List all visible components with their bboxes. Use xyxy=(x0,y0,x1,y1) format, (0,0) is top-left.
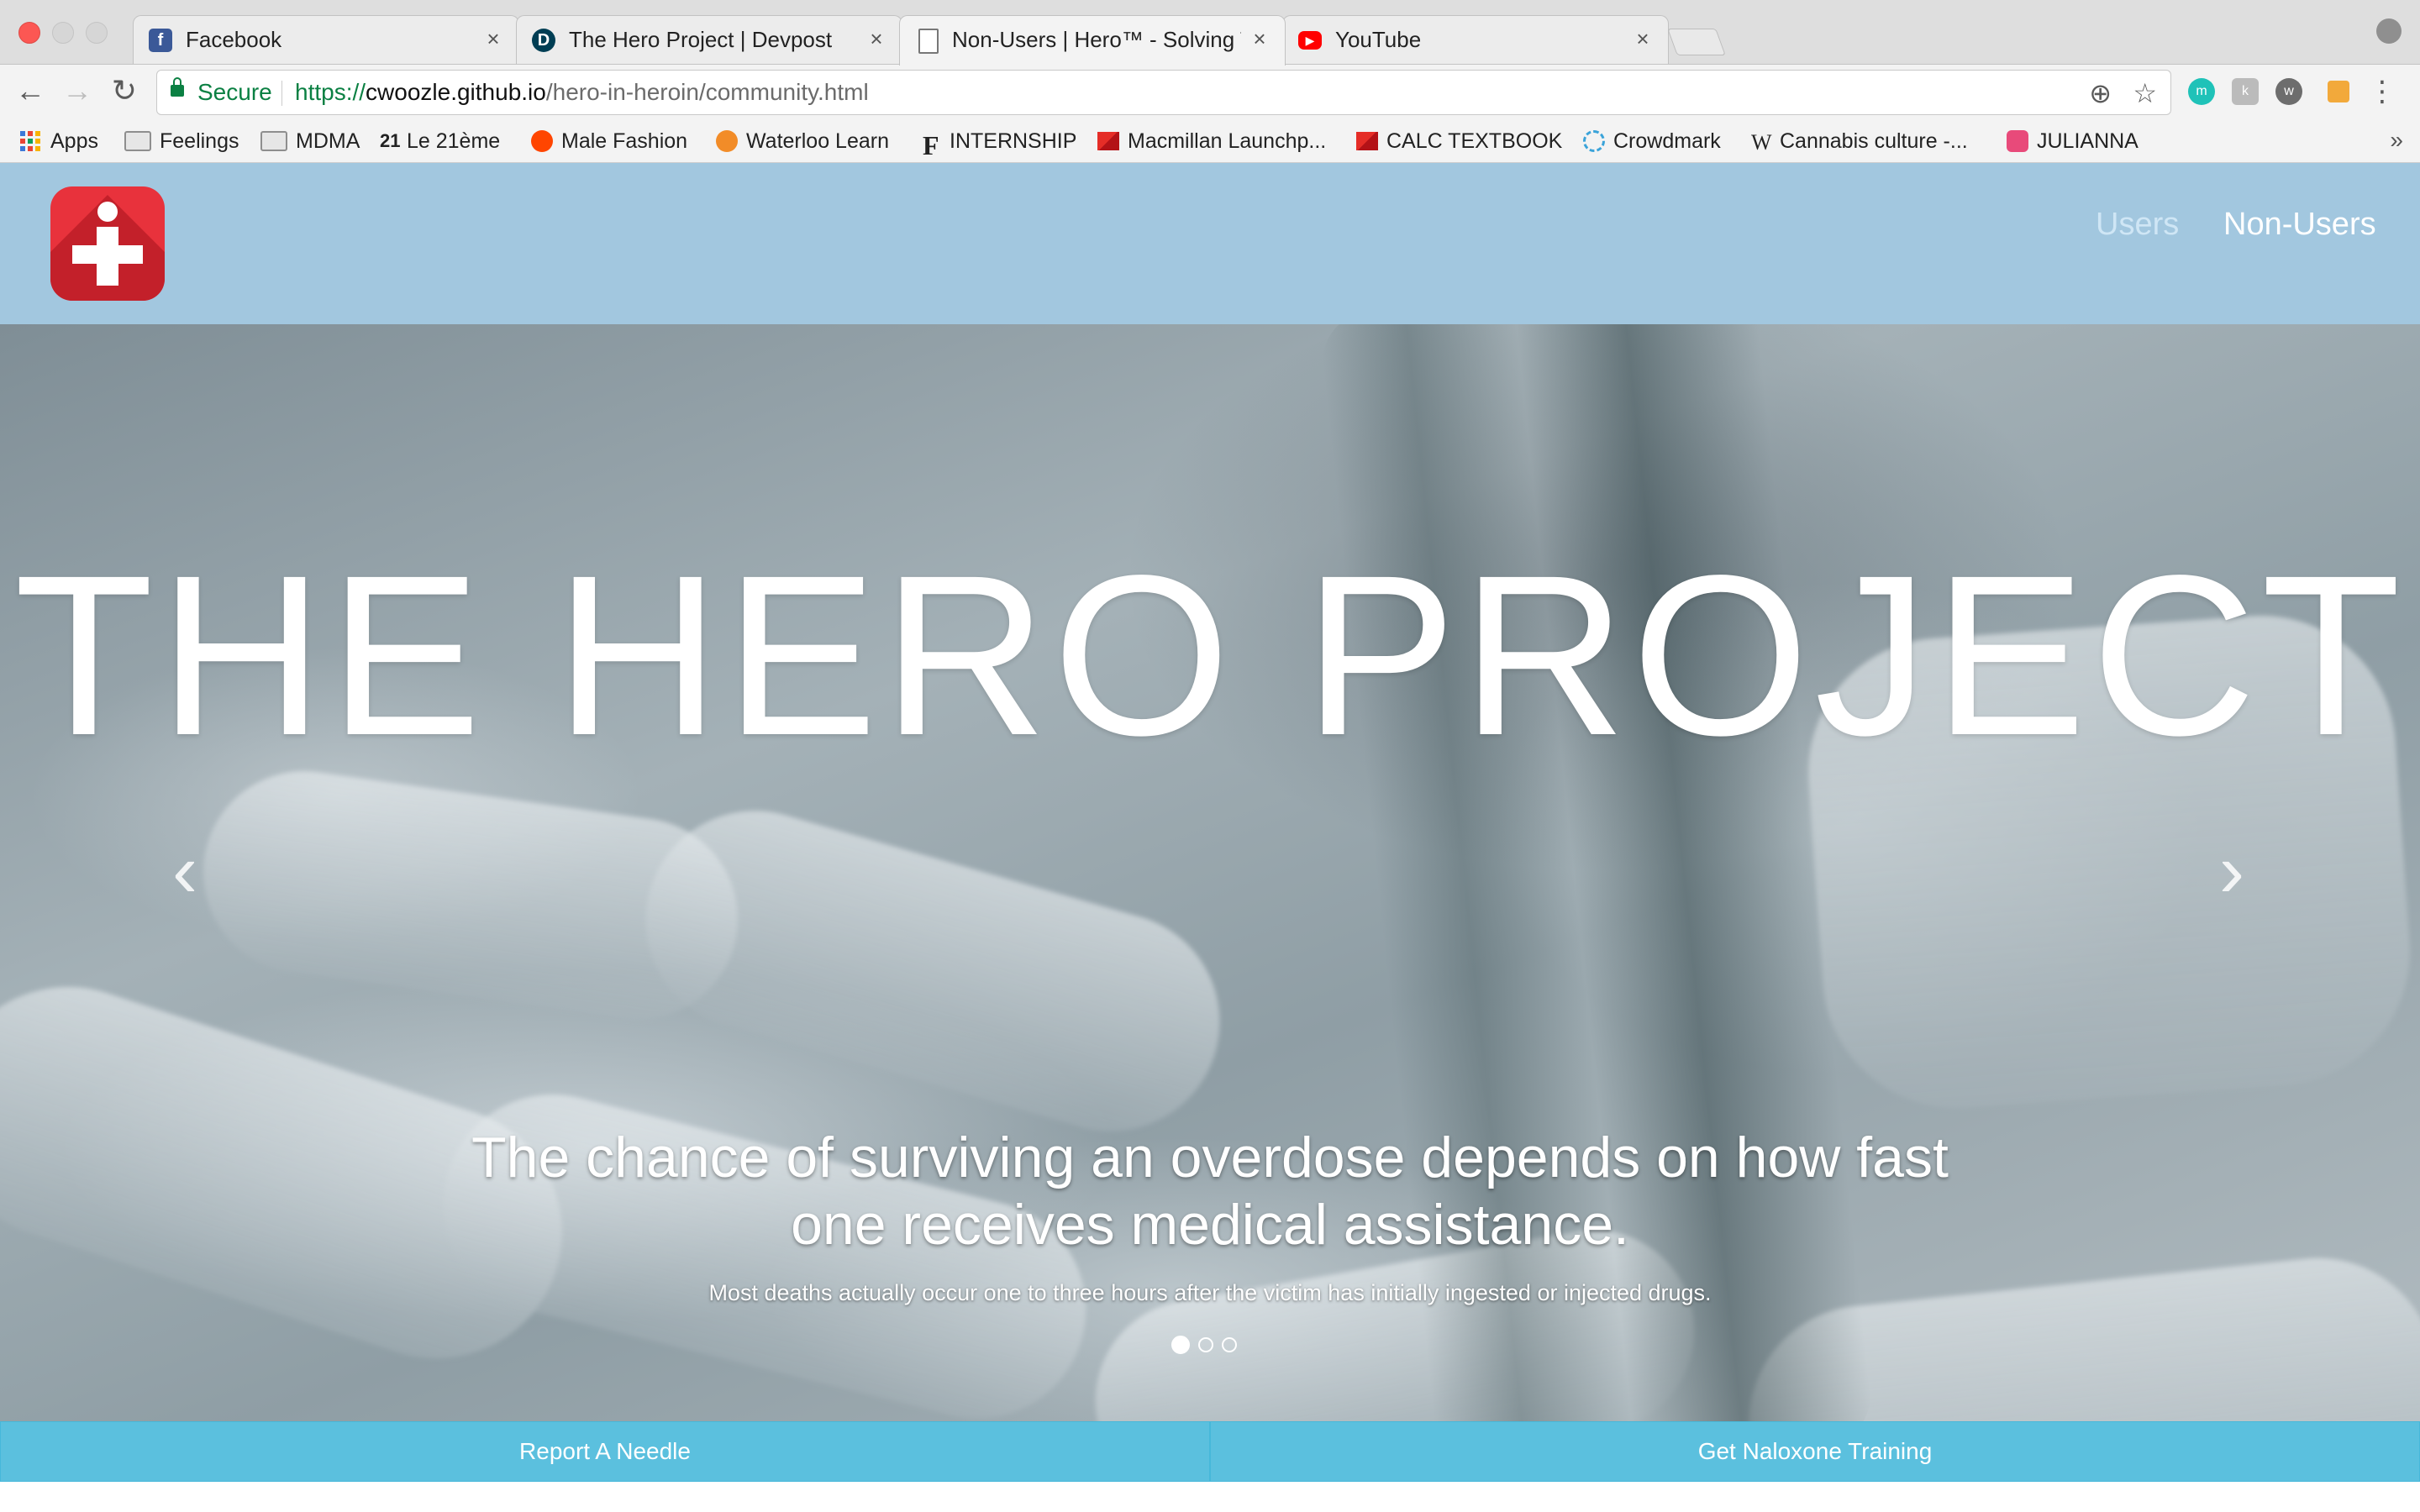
bookmark-male-fashion[interactable]: Male Fashion xyxy=(531,125,687,157)
folder-icon xyxy=(124,131,151,151)
nav-link-non-users[interactable]: Non-Users xyxy=(2223,207,2376,243)
report-needle-button[interactable]: Report A Needle xyxy=(0,1421,1210,1482)
youtube-icon: ▶ xyxy=(1298,31,1322,50)
bookmark-label: Crowdmark xyxy=(1613,129,1721,153)
bookmark-feelings[interactable]: Feelings xyxy=(124,125,239,157)
url-text: https://cwoozle.github.io/hero-in-heroin… xyxy=(295,79,869,105)
profile-avatar-icon[interactable] xyxy=(2376,18,2402,44)
tab-non-users[interactable]: Non-Users | Hero™ - Solving T × xyxy=(899,15,1286,66)
carousel-indicator-2[interactable] xyxy=(1198,1337,1213,1352)
logo-dot xyxy=(97,202,118,222)
browser-menu-icon[interactable]: ⋮ xyxy=(2368,75,2396,108)
browser-toolbar: ← → ↻ Secure https://cwoozle.github.io/h… xyxy=(0,65,2420,120)
bookmarks-bar: Apps Feelings MDMA 21 Le 21ème Male Fash… xyxy=(0,120,2420,163)
back-arrow-icon[interactable]: ← xyxy=(12,73,49,108)
hero-title: THE HERO PROJECT xyxy=(13,528,2407,783)
browser-tab-strip: f Facebook × D The Hero Project | Devpos… xyxy=(0,0,2420,66)
web-page: Users Non-Users THE HERO PROJECT ‹ › The… xyxy=(0,163,2420,1512)
bookmark-le-21eme[interactable]: 21 Le 21ème xyxy=(380,125,500,157)
le21-icon: 21 xyxy=(380,130,401,151)
nav-link-users[interactable]: Users xyxy=(2096,207,2179,243)
logo-cross-horizontal xyxy=(72,245,143,264)
apps-grid-icon xyxy=(20,130,42,152)
bookmark-cannabis-culture[interactable]: W Cannabis culture -... xyxy=(1751,125,1968,157)
carousel-caption-heading: The chance of surviving an overdose depe… xyxy=(471,1126,1949,1257)
f-logo-icon: F xyxy=(923,130,939,160)
new-tab-button[interactable] xyxy=(1667,29,1726,55)
wikipedia-icon: W xyxy=(1751,130,1772,155)
carousel-prev-icon[interactable]: ‹ xyxy=(160,828,210,915)
cta-bar: Report A Needle Get Naloxone Training xyxy=(0,1421,2420,1482)
carousel-next-icon[interactable]: › xyxy=(2207,828,2257,915)
tab-close-icon[interactable]: × xyxy=(1248,26,1271,52)
tab-title: Facebook xyxy=(186,27,282,52)
bookmark-label: INTERNSHIP xyxy=(950,129,1077,153)
window-minimize-button[interactable] xyxy=(52,22,74,44)
bookmark-macmillan[interactable]: Macmillan Launchp... xyxy=(1097,125,1326,157)
tab-close-icon[interactable]: × xyxy=(865,26,888,52)
macmillan-icon xyxy=(1356,132,1378,150)
crowdmark-icon xyxy=(1583,130,1605,152)
extension-k-icon[interactable]: k xyxy=(2232,78,2259,105)
location-target-icon[interactable]: ⊕ xyxy=(2089,77,2112,109)
bookmark-internship[interactable]: F INTERNSHIP xyxy=(923,125,1077,161)
page-icon xyxy=(918,29,939,54)
bookmark-crowdmark[interactable]: Crowdmark xyxy=(1583,125,1721,157)
bookmark-julianna[interactable]: JULIANNA xyxy=(2007,125,2139,157)
naloxone-training-button[interactable]: Get Naloxone Training xyxy=(1210,1421,2420,1482)
page-below-fold xyxy=(0,1482,2420,1512)
bookmark-label: CALC TEXTBOOK xyxy=(1386,129,1563,153)
extension-w-icon[interactable]: w xyxy=(2275,78,2302,105)
heart-app-icon xyxy=(2007,130,2028,152)
window-close-button[interactable] xyxy=(18,22,40,44)
bookmark-mdma[interactable]: MDMA xyxy=(260,125,360,157)
background-pill xyxy=(619,785,1246,1158)
tab-close-icon[interactable]: × xyxy=(481,26,505,52)
secure-label: Secure xyxy=(197,79,272,105)
address-divider xyxy=(281,81,282,106)
reddit-icon xyxy=(531,130,553,152)
bookmark-label: Le 21ème xyxy=(407,129,501,153)
bookmark-star-icon[interactable]: ☆ xyxy=(2133,77,2157,109)
macmillan-icon xyxy=(1097,132,1119,150)
bookmark-label: Waterloo Learn xyxy=(746,129,889,153)
window-zoom-button[interactable] xyxy=(86,22,108,44)
carousel-indicator-3[interactable] xyxy=(1222,1337,1237,1352)
folder-icon xyxy=(260,131,287,151)
lock-icon xyxy=(171,77,184,97)
learn-icon xyxy=(716,130,738,152)
bookmark-label: MDMA xyxy=(296,129,360,153)
extension-fox-icon[interactable] xyxy=(2328,81,2349,102)
devpost-icon: D xyxy=(532,29,555,52)
carousel-indicator-1[interactable] xyxy=(1171,1336,1190,1354)
tab-youtube[interactable]: ▶ YouTube × xyxy=(1282,15,1669,64)
hero-logo-icon[interactable] xyxy=(50,186,165,301)
bookmark-waterloo-learn[interactable]: Waterloo Learn xyxy=(716,125,889,157)
extension-m-icon[interactable]: m xyxy=(2188,78,2215,105)
bookmark-apps[interactable]: Apps xyxy=(20,125,98,157)
forward-arrow-icon[interactable]: → xyxy=(59,73,96,108)
bookmark-label: Male Fashion xyxy=(561,129,688,153)
tab-facebook[interactable]: f Facebook × xyxy=(133,15,519,64)
tab-title: Non-Users | Hero™ - Solving T xyxy=(952,27,1241,52)
bookmarks-overflow-icon[interactable]: » xyxy=(2390,127,2403,154)
tab-title: The Hero Project | Devpost xyxy=(569,27,833,52)
carousel-caption-text: Most deaths actually occur one to three … xyxy=(708,1280,1712,1305)
bookmark-calc-textbook[interactable]: CALC TEXTBOOK xyxy=(1356,125,1562,157)
tab-devpost[interactable]: D The Hero Project | Devpost × xyxy=(516,15,902,64)
bookmark-label: Cannabis culture -... xyxy=(1780,129,1968,153)
carousel-indicators xyxy=(1171,1336,1237,1354)
bookmark-label: Macmillan Launchp... xyxy=(1128,129,1327,153)
address-bar[interactable]: Secure https://cwoozle.github.io/hero-in… xyxy=(156,70,2171,115)
tab-close-icon[interactable]: × xyxy=(1631,26,1655,52)
hero-carousel: THE HERO PROJECT ‹ › The chance of survi… xyxy=(0,324,2420,1423)
bookmark-label: JULIANNA xyxy=(2037,129,2139,153)
bookmark-label: Apps xyxy=(50,129,98,153)
facebook-icon: f xyxy=(149,29,172,52)
site-navbar: Users Non-Users xyxy=(0,163,2420,324)
reload-icon[interactable]: ↻ xyxy=(106,73,143,108)
tab-title: YouTube xyxy=(1335,27,1422,52)
bookmark-label: Feelings xyxy=(160,129,239,153)
